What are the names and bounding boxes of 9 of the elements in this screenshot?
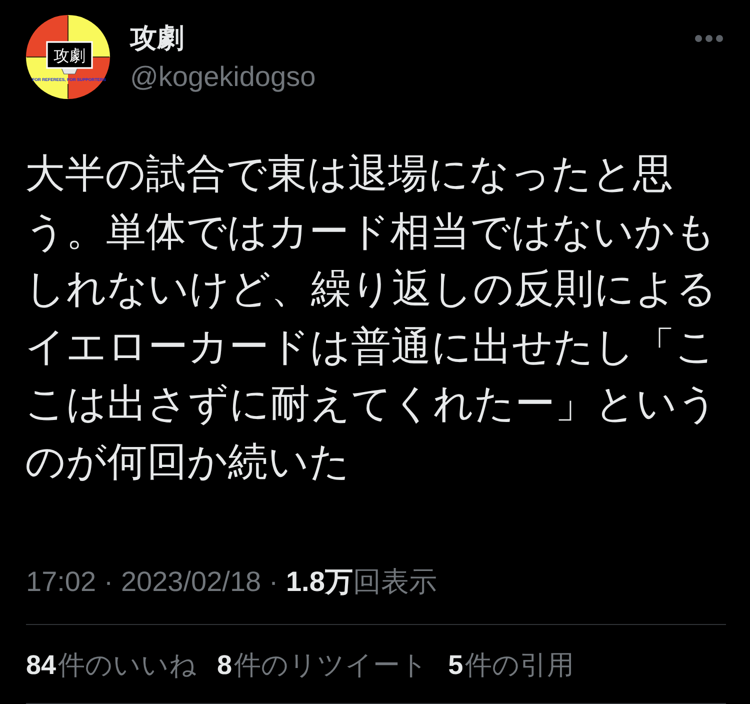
engagement-count-link[interactable]: 8件のリツイート	[217, 649, 428, 681]
timestamp-and-views: 17:02 · 2023/02/18 · 1.8万回表示	[26, 566, 438, 598]
display-name: 攻劇	[130, 22, 185, 55]
tweet-text: 大半の試合で東は退場になったと思う。単体ではカード相当ではないかもしれないけど、繰り返しの反則によるイエローカードは普通に出せたし「ここは出さずに耐えてくれたー」というのが何回か続いた	[25, 151, 719, 486]
user-handle: @kogekidogso	[130, 60, 317, 94]
engagement-count-link[interactable]: 84件のいいね	[26, 649, 198, 681]
avatar-logo-text: 攻劇	[54, 46, 86, 65]
more-options-icon[interactable]	[695, 35, 723, 42]
engagement-count-link[interactable]: 5件の引用	[448, 649, 574, 681]
